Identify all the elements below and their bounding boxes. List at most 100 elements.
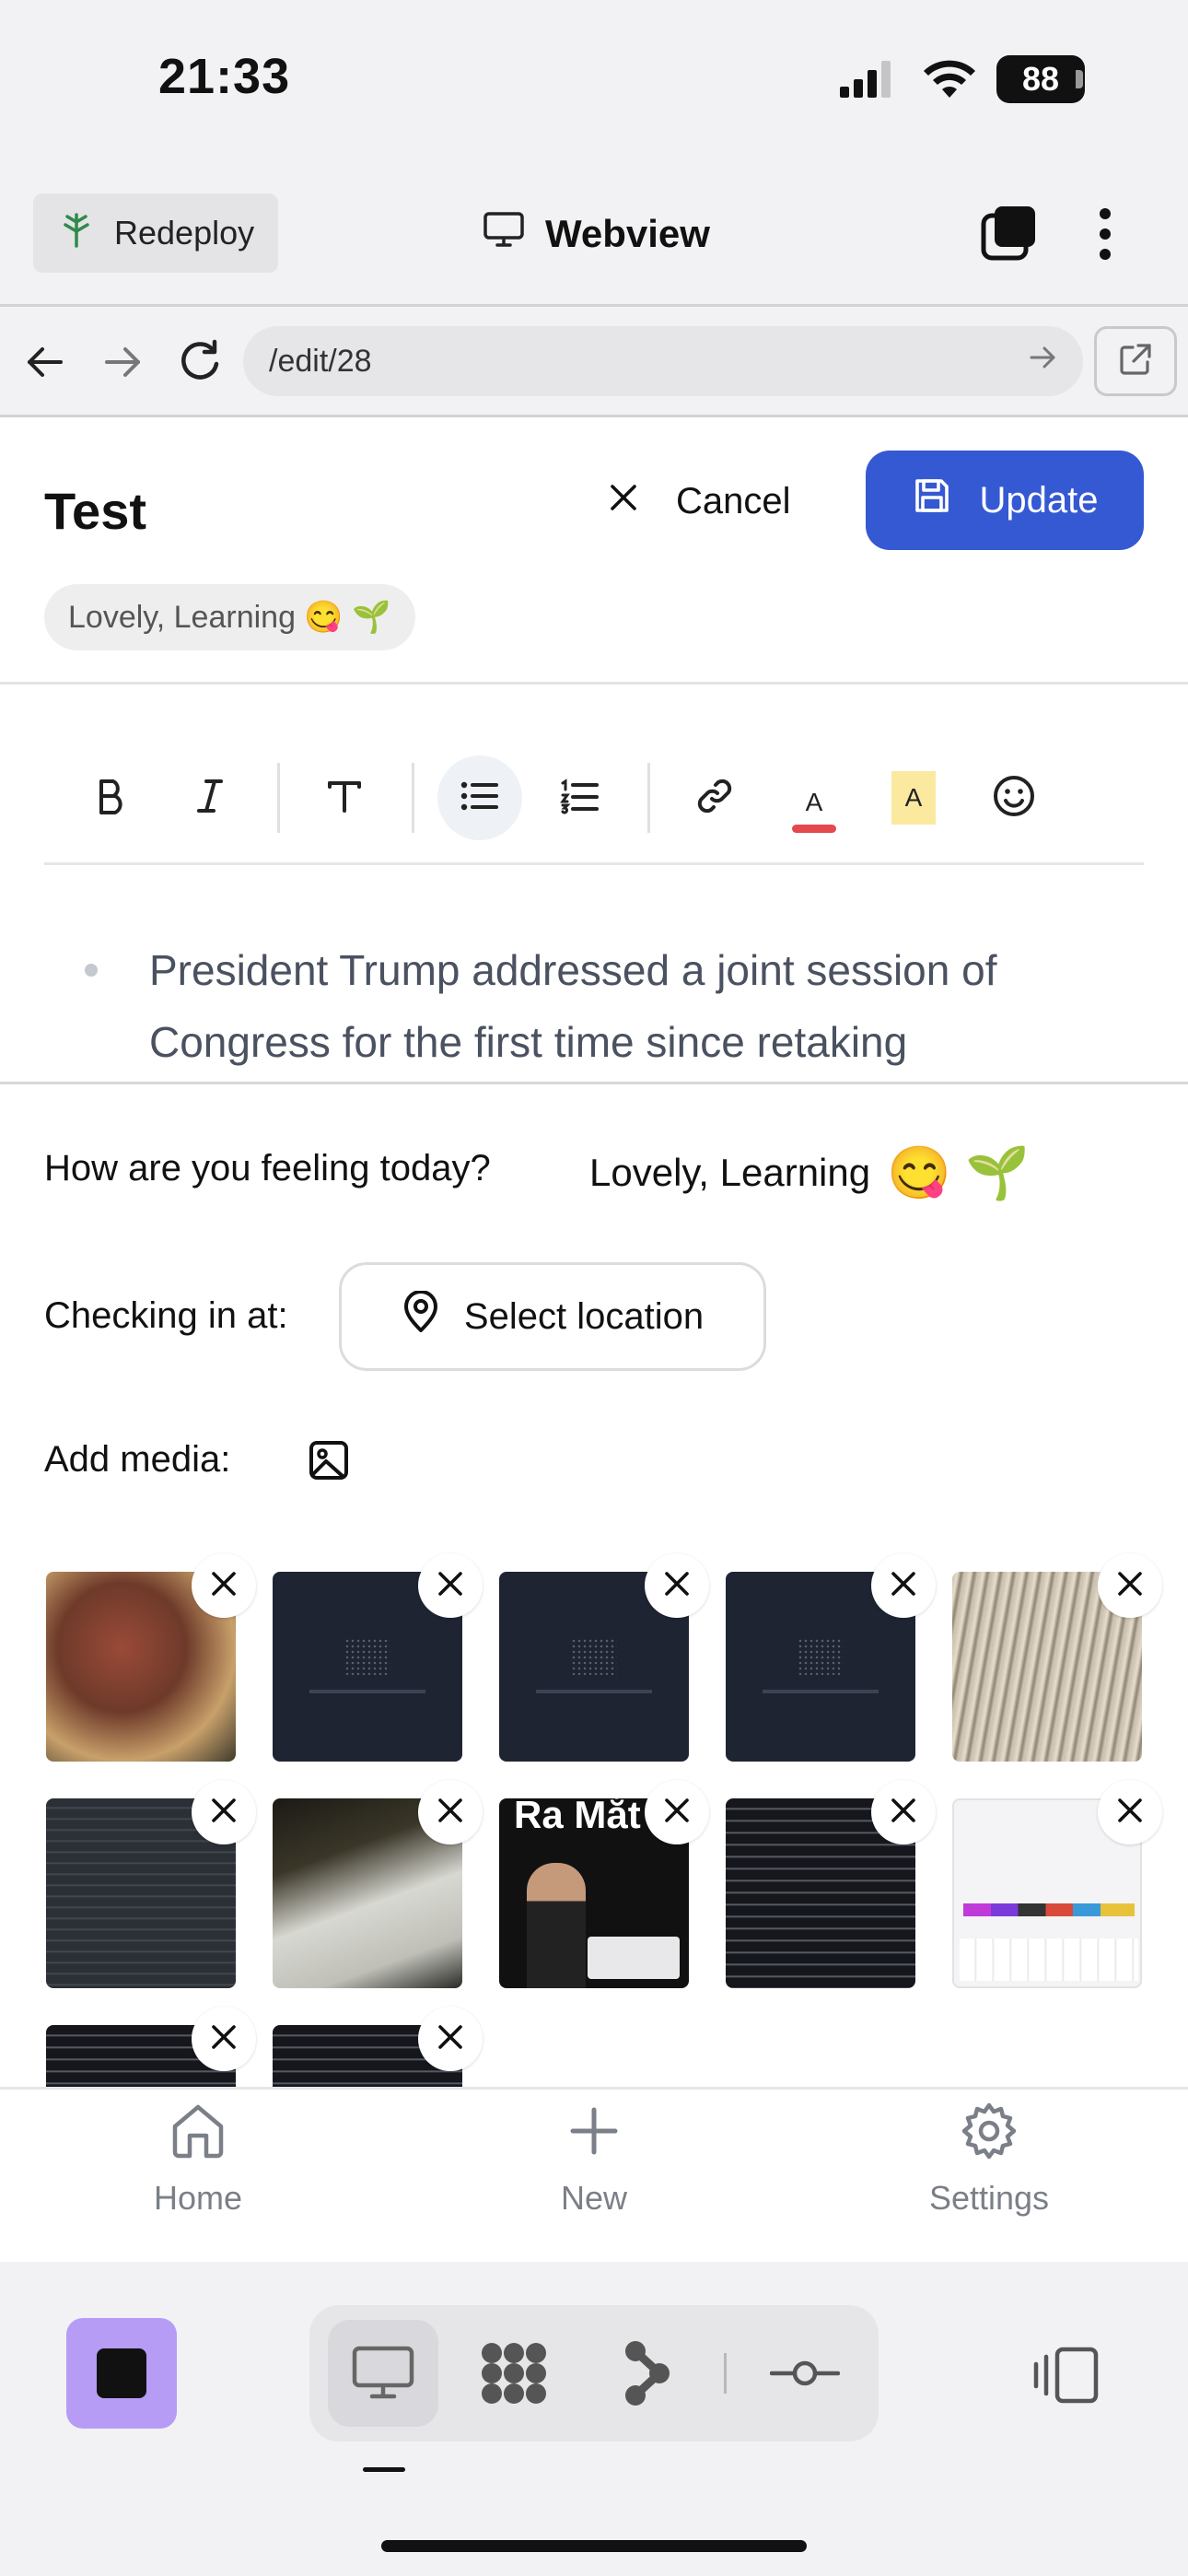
link-icon: [693, 775, 736, 822]
mood-chip-text: Lovely, Learning 😋 🌱: [68, 600, 391, 635]
remove-media-button[interactable]: [871, 1780, 936, 1844]
remove-media-button[interactable]: [1098, 1780, 1162, 1844]
cellular-signal-icon: [840, 61, 893, 102]
remove-media-button[interactable]: [192, 2007, 256, 2071]
update-button[interactable]: Update: [866, 451, 1144, 550]
battery-cap: [1076, 70, 1083, 88]
toolbar-divider: [44, 862, 1144, 865]
close-icon: [663, 1570, 691, 1602]
mood-chip: Lovely, Learning 😋 🌱: [44, 584, 415, 650]
monitor-icon: [352, 2346, 414, 2406]
monitor-icon: [483, 211, 525, 257]
url-input[interactable]: /edit/28: [243, 326, 1083, 396]
close-icon: [210, 2023, 238, 2055]
close-icon: [210, 1570, 238, 1602]
panel-toggle-icon[interactable]: [1033, 2346, 1100, 2409]
battery-level: 88: [1021, 60, 1060, 98]
stop-button[interactable]: [66, 2318, 177, 2429]
commit-icon[interactable]: [769, 2355, 841, 2396]
battery-icon: 88: [996, 55, 1085, 103]
home-indicator: [381, 2540, 807, 2552]
status-time: 21:33: [158, 49, 291, 104]
nav-new-label: New: [560, 2179, 628, 2217]
bullet-list-button[interactable]: [437, 755, 522, 840]
toolbar-separator: [412, 763, 414, 833]
smiley-icon: [992, 774, 1036, 823]
more-vertical-icon[interactable]: [1089, 205, 1122, 268]
save-icon: [912, 475, 952, 525]
text-color-icon: A: [792, 788, 836, 833]
webview-title: Webview: [483, 205, 710, 263]
mood-value[interactable]: Lovely, Learning 😋 🌱: [589, 1142, 1030, 1203]
list-bullet: [85, 964, 98, 977]
mood-value-text: Lovely, Learning: [589, 1151, 871, 1194]
grid-blob-icon[interactable]: [479, 2340, 549, 2411]
open-external-button[interactable]: [1094, 326, 1177, 396]
remove-media-button[interactable]: [418, 1780, 483, 1844]
close-icon: [890, 1570, 917, 1602]
close-icon: [1116, 1797, 1144, 1829]
close-icon: [608, 481, 639, 522]
remove-media-button[interactable]: [645, 1780, 709, 1844]
media-label: Add media:: [44, 1439, 231, 1480]
mood-emojis: 😋 🌱: [887, 1143, 1031, 1201]
highlight-icon: A: [891, 771, 936, 825]
select-location-button[interactable]: Select location: [339, 1262, 766, 1371]
poster-title: Ra Mắt: [514, 1798, 641, 1836]
numbered-list-button[interactable]: [538, 755, 623, 840]
nav-home[interactable]: Home: [97, 2101, 299, 2218]
close-icon: [437, 1570, 464, 1602]
location-label: Checking in at:: [44, 1295, 288, 1336]
forward-icon[interactable]: [101, 341, 144, 388]
remove-media-button[interactable]: [192, 1780, 256, 1844]
remove-media-button[interactable]: [192, 1553, 256, 1618]
close-icon: [663, 1797, 691, 1829]
italic-button[interactable]: [168, 755, 252, 840]
entry-title: Test: [44, 482, 146, 540]
select-location-label: Select location: [463, 1295, 705, 1337]
emoji-button[interactable]: [972, 755, 1056, 840]
text-style-button[interactable]: [302, 755, 387, 840]
toolbar-separator: [277, 763, 280, 833]
image-icon[interactable]: [308, 1439, 350, 1486]
active-indicator: [363, 2467, 405, 2472]
highlight-button[interactable]: A: [871, 755, 956, 840]
back-icon[interactable]: [24, 341, 66, 388]
dock-separator: [724, 2353, 727, 2394]
remove-media-button[interactable]: [418, 2007, 483, 2071]
mood-question: How are you feeling today?: [44, 1148, 491, 1188]
bold-button[interactable]: [68, 755, 153, 840]
toolbar-separator: [647, 763, 650, 833]
header-divider: [0, 304, 1188, 307]
nav-new[interactable]: New: [493, 2101, 695, 2218]
tabs-icon[interactable]: [980, 205, 1037, 266]
url-text: /edit/28: [269, 343, 372, 379]
link-button[interactable]: [672, 755, 757, 840]
nav-settings[interactable]: Settings: [888, 2101, 1090, 2218]
text-icon: [324, 776, 365, 821]
nav-home-label: Home: [153, 2179, 243, 2217]
cancel-label: Cancel: [676, 480, 791, 521]
close-icon: [437, 1797, 464, 1829]
numbered-list-icon: [560, 778, 600, 819]
cancel-button[interactable]: Cancel: [608, 455, 791, 547]
editor-divider: [0, 1082, 1188, 1084]
home-icon: [168, 2101, 228, 2170]
redeploy-button[interactable]: Redeploy: [33, 193, 278, 273]
close-icon: [210, 1797, 238, 1829]
reload-icon[interactable]: [177, 337, 223, 388]
tree-icon: [61, 211, 92, 256]
gear-icon: [959, 2101, 1019, 2170]
remove-media-button[interactable]: [871, 1553, 936, 1618]
update-label: Update: [979, 479, 1099, 521]
wifi-icon: [921, 57, 978, 104]
go-arrow-icon[interactable]: [1028, 343, 1057, 381]
text-color-button[interactable]: A: [772, 755, 856, 840]
map-pin-icon: [402, 1290, 440, 1342]
branch-icon[interactable]: [623, 2338, 672, 2413]
remove-media-button[interactable]: [645, 1553, 709, 1618]
remove-media-button[interactable]: [1098, 1553, 1162, 1618]
remove-media-button[interactable]: [418, 1553, 483, 1618]
close-icon: [1116, 1570, 1144, 1602]
editor-content[interactable]: President Trump addressed a joint sessio…: [149, 934, 1125, 1072]
